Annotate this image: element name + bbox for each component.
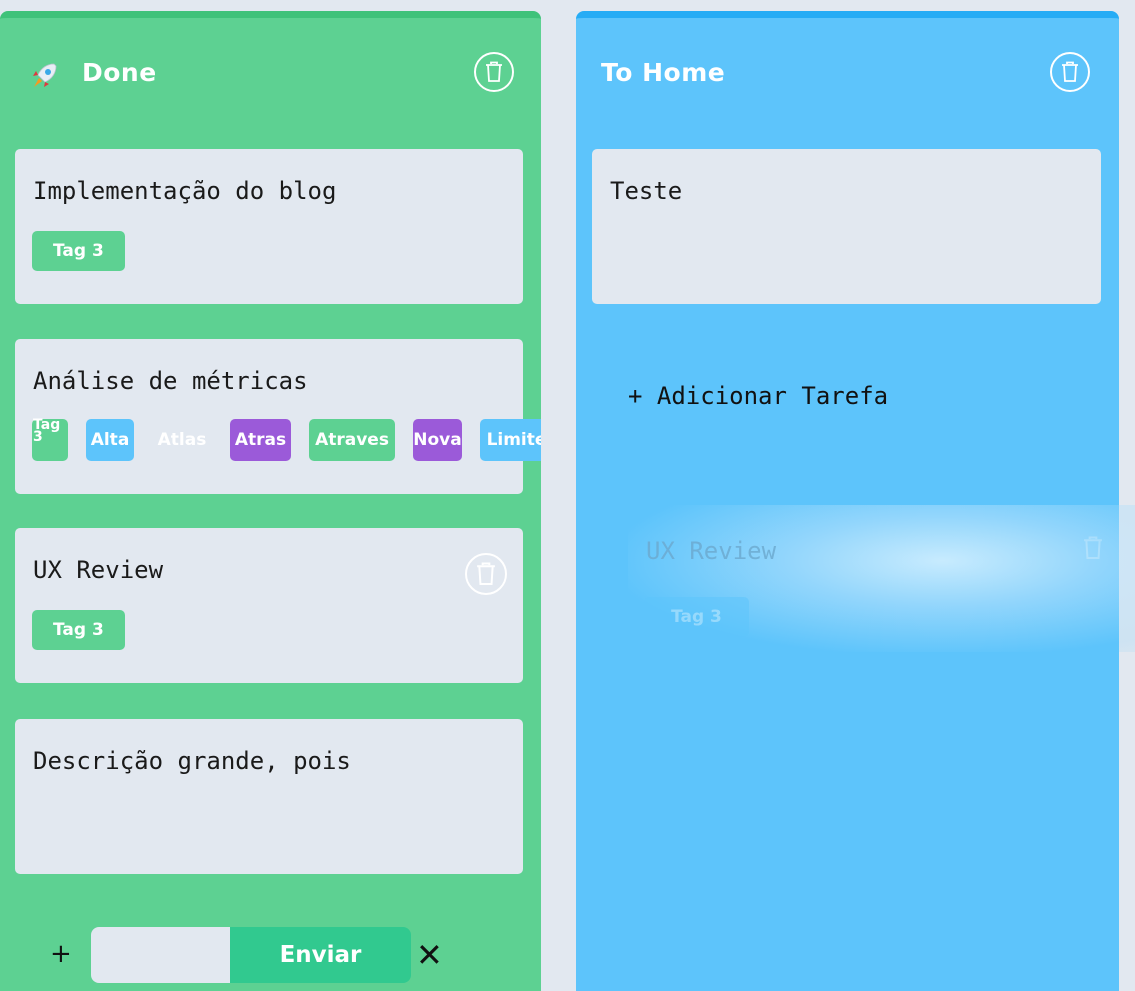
tag-badge[interactable]: Tag 3 (32, 418, 68, 461)
tag-input[interactable] (91, 927, 230, 983)
card-title: UX Review (33, 556, 164, 584)
plus-icon[interactable]: + (50, 939, 72, 969)
trash-icon (486, 61, 502, 82)
card-title: Teste (610, 177, 683, 205)
close-icon[interactable]: ✕ (416, 935, 443, 975)
tag-badge[interactable]: Tag 3 (32, 610, 125, 650)
tag-badge[interactable]: Atlas (152, 419, 212, 461)
card-title: Análise de métricas (33, 367, 308, 395)
delete-card-button[interactable] (465, 553, 507, 595)
column-title: To Home (601, 58, 726, 87)
task-card[interactable]: Análise de métricas Tag 3 Alta Atlas Atr… (15, 339, 541, 494)
column-header: Done (0, 18, 541, 128)
card-title: Descrição grande, pois (33, 747, 351, 775)
task-card[interactable]: UX Review Tag 3 (15, 528, 523, 683)
rocket-icon (33, 63, 57, 87)
task-card[interactable]: Teste (592, 149, 1101, 304)
tag-badge[interactable]: Atras (230, 419, 291, 461)
column-title: Done (82, 58, 157, 87)
add-task-button[interactable]: + Adicionar Tarefa (628, 382, 888, 410)
send-button[interactable]: Enviar (230, 927, 411, 983)
task-card[interactable]: Implementação do blog Tag 3 (15, 149, 523, 304)
delete-column-button[interactable] (1050, 52, 1090, 92)
task-card[interactable]: Descrição grande, pois (15, 719, 523, 874)
column-to-home: To Home Teste + Adicionar Tarefa (576, 11, 1119, 991)
tag-badge[interactable]: Alta (86, 419, 134, 461)
column-header: To Home (576, 18, 1119, 128)
tag-badge[interactable]: Nova (413, 419, 462, 461)
trash-icon (1062, 61, 1078, 82)
delete-column-button[interactable] (474, 52, 514, 92)
tag-badge[interactable]: Limite (480, 419, 541, 461)
tag-badge[interactable]: Atraves (309, 419, 395, 461)
tag-badge[interactable]: Tag 3 (32, 231, 125, 271)
trash-icon (477, 562, 495, 585)
column-done: Done Implementação do blog Tag 3 Análise… (0, 11, 541, 991)
card-title: Implementação do blog (33, 177, 337, 205)
add-tag-form: + Enviar ✕ (0, 927, 541, 983)
